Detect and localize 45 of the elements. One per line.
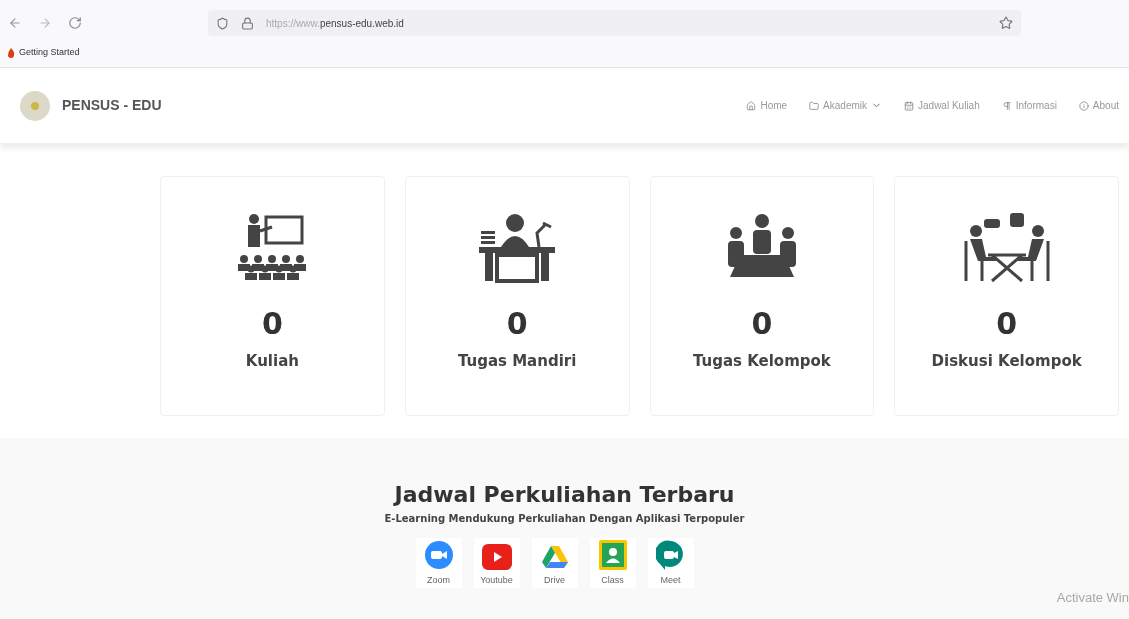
bookmark-flame-icon <box>8 47 15 58</box>
stat-label: Tugas Kelompok <box>692 351 831 372</box>
bookmark-link[interactable]: Getting Started <box>19 45 80 60</box>
app-link[interactable]: Class <box>589 538 636 588</box>
info-icon <box>1078 100 1089 111</box>
chat-bubble-icon <box>655 540 686 570</box>
section-title: Jadwal Perkuliahan Terbaru <box>394 481 735 509</box>
app-label: Drive <box>544 574 565 587</box>
folder-icon <box>809 100 820 111</box>
paragraph-icon <box>1001 100 1012 111</box>
forward-icon[interactable] <box>38 16 52 30</box>
app-link[interactable]: Zoom <box>415 538 462 588</box>
calendar-icon <box>904 100 914 111</box>
stat-label: Kuliah <box>245 351 299 372</box>
drive-triangle-icon <box>540 544 569 570</box>
app-link[interactable]: Drive <box>531 538 578 588</box>
reload-icon[interactable] <box>68 16 82 30</box>
home-icon <box>746 100 757 111</box>
brand-name[interactable]: PENSUS - EDU <box>62 95 162 116</box>
stat-count: 0 <box>506 305 528 343</box>
url-text: https://www.pensus-edu.web.id <box>266 16 404 31</box>
app-link[interactable]: Youtube <box>473 538 520 588</box>
classroom-board-icon <box>598 540 627 570</box>
play-icon <box>481 544 512 570</box>
video-camera-icon <box>423 540 454 570</box>
teacher-class-icon <box>236 211 309 283</box>
app-label: Youtube <box>480 574 513 587</box>
address-bar[interactable]: https://www.pensus-edu.web.id <box>208 10 1021 36</box>
app-label: Meet <box>660 574 681 587</box>
app-link[interactable]: Meet <box>647 538 694 588</box>
shield-icon <box>216 16 229 30</box>
back-icon[interactable] <box>8 16 22 30</box>
lock-icon <box>241 16 254 30</box>
stat-count: 0 <box>996 305 1018 343</box>
app-label: Class <box>601 574 624 587</box>
person-at-desk-icon <box>477 211 558 283</box>
stat-label: Diskusi Kelompok <box>931 351 1082 372</box>
app-label: Zoom <box>427 574 450 587</box>
stat-count: 0 <box>751 305 773 343</box>
activation-notice: Activate Win <box>1056 588 1129 607</box>
bookmark-star-icon[interactable] <box>999 16 1013 30</box>
section-subtitle: E-Learning Mendukung Perkuliahan Dengan Aplikasi Terpopuler <box>384 512 745 526</box>
stat-count: 0 <box>261 305 283 343</box>
stat-label: Tugas Mandiri <box>457 351 577 372</box>
logo-emblem-icon <box>20 90 50 121</box>
